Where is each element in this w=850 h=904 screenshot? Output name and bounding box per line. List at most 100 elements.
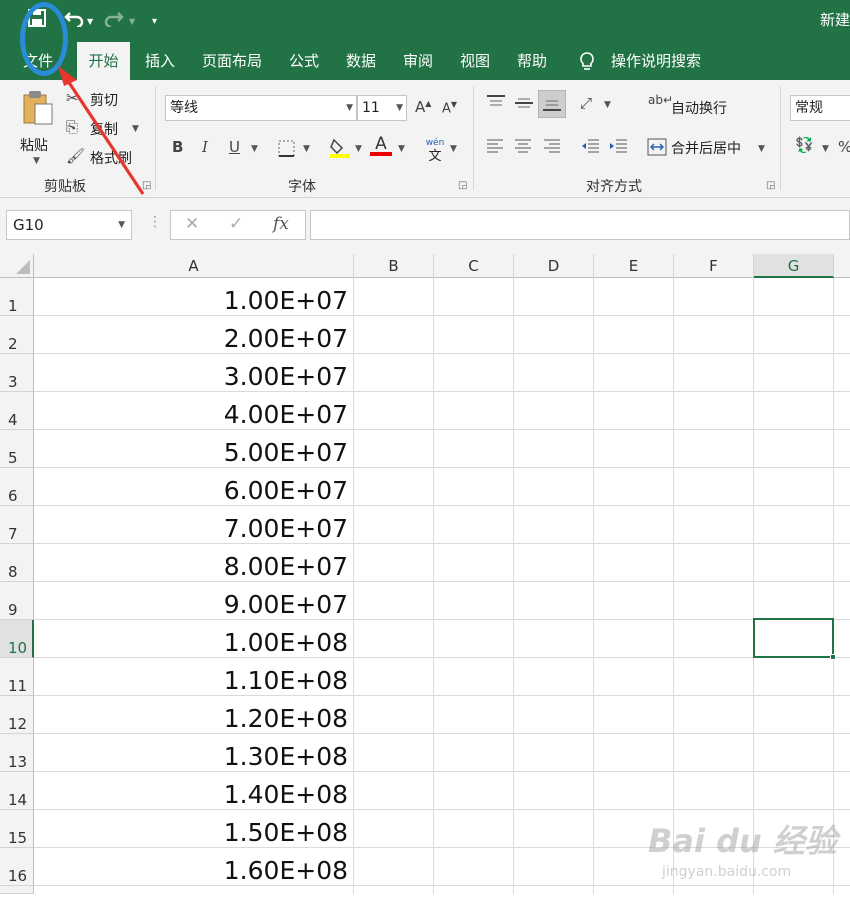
column-header-d[interactable]: D: [514, 254, 594, 278]
font-color-icon[interactable]: A: [370, 134, 392, 156]
format-painter-button[interactable]: 格式刷: [90, 148, 132, 168]
row-header[interactable]: 15: [0, 810, 34, 848]
paste-dropdown-icon[interactable]: ▼: [33, 156, 40, 166]
row-header[interactable]: 2: [0, 316, 34, 354]
cut-button[interactable]: 剪切: [90, 90, 118, 110]
row-header[interactable]: 1: [0, 278, 34, 316]
active-cell-g10[interactable]: [753, 618, 834, 658]
alignment-launcher-icon[interactable]: ◲: [766, 180, 775, 191]
row-header[interactable]: 8: [0, 544, 34, 582]
table-cell[interactable]: 1.20E+08: [34, 696, 353, 734]
phonetic-dropdown-icon[interactable]: ▼: [450, 144, 457, 154]
select-all-corner[interactable]: [0, 254, 34, 278]
font-size-select[interactable]: 11 ▼: [357, 95, 407, 121]
column-header-next[interactable]: [834, 254, 850, 278]
column-header-g[interactable]: G: [754, 254, 834, 278]
table-cell[interactable]: 3.00E+07: [34, 354, 353, 392]
fill-color-icon[interactable]: [329, 136, 351, 162]
table-cell[interactable]: 7.00E+07: [34, 506, 353, 544]
font-launcher-icon[interactable]: ◲: [458, 180, 467, 191]
orientation-icon[interactable]: ⤢: [580, 94, 592, 112]
merge-dropdown-icon[interactable]: ▼: [758, 144, 765, 154]
table-cell[interactable]: 1.40E+08: [34, 772, 353, 810]
borders-dropdown-icon[interactable]: ▼: [303, 144, 310, 154]
tab-formulas[interactable]: 公式: [280, 42, 328, 80]
row-header[interactable]: 6: [0, 468, 34, 506]
table-cell[interactable]: 6.00E+07: [34, 468, 353, 506]
insert-function-icon[interactable]: fx: [273, 214, 289, 234]
column-header-b[interactable]: B: [354, 254, 434, 278]
wrap-text-button[interactable]: 自动换行: [671, 98, 727, 118]
row-header[interactable]: 10: [0, 620, 34, 658]
row-header[interactable]: 13: [0, 734, 34, 772]
number-format-select[interactable]: 常规: [790, 95, 850, 121]
row-header[interactable]: 12: [0, 696, 34, 734]
row-header[interactable]: 3: [0, 354, 34, 392]
font-name-select[interactable]: 等线 ▼: [165, 95, 357, 121]
copy-dropdown-icon[interactable]: ▼: [132, 124, 139, 134]
borders-icon[interactable]: [278, 140, 295, 161]
undo-dropdown-icon[interactable]: ▼: [87, 11, 93, 33]
font-color-dropdown-icon[interactable]: ▼: [398, 144, 405, 154]
increase-font-icon[interactable]: A▲: [415, 98, 431, 116]
orientation-dropdown-icon[interactable]: ▼: [604, 100, 611, 110]
tell-me-search[interactable]: 操作说明搜索: [611, 42, 701, 80]
redo-dropdown-icon[interactable]: ▼: [129, 11, 135, 33]
table-cell[interactable]: 1.00E+08: [34, 620, 353, 658]
align-left-icon[interactable]: [486, 138, 504, 158]
clipboard-launcher-icon[interactable]: ◲: [142, 180, 151, 191]
table-cell[interactable]: 5.00E+07: [34, 430, 353, 468]
row-header[interactable]: 14: [0, 772, 34, 810]
formula-input[interactable]: [310, 210, 850, 240]
merge-center-button[interactable]: 合并后居中: [671, 138, 741, 158]
column-header-f[interactable]: F: [674, 254, 754, 278]
tab-help[interactable]: 帮助: [508, 42, 556, 80]
underline-dropdown-icon[interactable]: ▼: [251, 144, 258, 154]
table-cell[interactable]: 1.30E+08: [34, 734, 353, 772]
tab-review[interactable]: 审阅: [394, 42, 442, 80]
tab-data[interactable]: 数据: [337, 42, 385, 80]
table-cell[interactable]: 8.00E+07: [34, 544, 353, 582]
row-header[interactable]: 4: [0, 392, 34, 430]
more-options-icon[interactable]: ⋮: [148, 214, 162, 230]
table-cell[interactable]: 1.60E+08: [34, 848, 353, 886]
column-header-c[interactable]: C: [434, 254, 514, 278]
row-header[interactable]: 16: [0, 848, 34, 886]
cancel-icon[interactable]: ✕: [185, 214, 199, 234]
tab-view[interactable]: 视图: [451, 42, 499, 80]
name-box[interactable]: G10 ▼: [6, 210, 132, 240]
table-cell[interactable]: 1.10E+08: [34, 658, 353, 696]
align-top-icon[interactable]: [486, 94, 506, 116]
lightbulb-icon[interactable]: [578, 51, 596, 77]
table-cell[interactable]: 2.00E+07: [34, 316, 353, 354]
copy-button[interactable]: 复制: [90, 119, 118, 139]
tab-page-layout[interactable]: 页面布局: [194, 42, 270, 80]
increase-indent-icon[interactable]: [608, 138, 628, 158]
paste-button[interactable]: 粘贴 ▼: [14, 88, 60, 168]
fill-handle[interactable]: [830, 654, 836, 660]
row-header[interactable]: 7: [0, 506, 34, 544]
align-bottom-icon[interactable]: [538, 90, 566, 118]
accounting-dropdown-icon[interactable]: ▼: [822, 144, 829, 154]
percent-button[interactable]: %: [838, 138, 850, 156]
row-header[interactable]: 11: [0, 658, 34, 696]
table-cell[interactable]: 9.00E+07: [34, 582, 353, 620]
redo-icon[interactable]: [104, 9, 124, 33]
row-header[interactable]: 9: [0, 582, 34, 620]
table-cell[interactable]: 4.00E+07: [34, 392, 353, 430]
table-cell[interactable]: 1.50E+08: [34, 810, 353, 848]
row-header-partial[interactable]: [0, 886, 34, 894]
bold-button[interactable]: B: [172, 138, 183, 156]
column-header-e[interactable]: E: [594, 254, 674, 278]
accounting-format-icon[interactable]: 💱: [795, 136, 814, 154]
decrease-indent-icon[interactable]: [580, 138, 600, 158]
decrease-font-icon[interactable]: A▼: [442, 100, 457, 116]
qat-customize-icon[interactable]: ▾: [152, 11, 157, 33]
row-header[interactable]: 5: [0, 430, 34, 468]
table-cell[interactable]: 1.00E+07: [34, 278, 353, 316]
worksheet-grid[interactable]: A B C D E F G 1 1.00E+07 2 2.00E+07 3 3.00E…: [0, 254, 850, 894]
underline-button[interactable]: U: [229, 138, 240, 156]
align-center-icon[interactable]: [514, 138, 532, 158]
align-right-icon[interactable]: [543, 138, 561, 158]
enter-icon[interactable]: ✓: [229, 214, 243, 234]
